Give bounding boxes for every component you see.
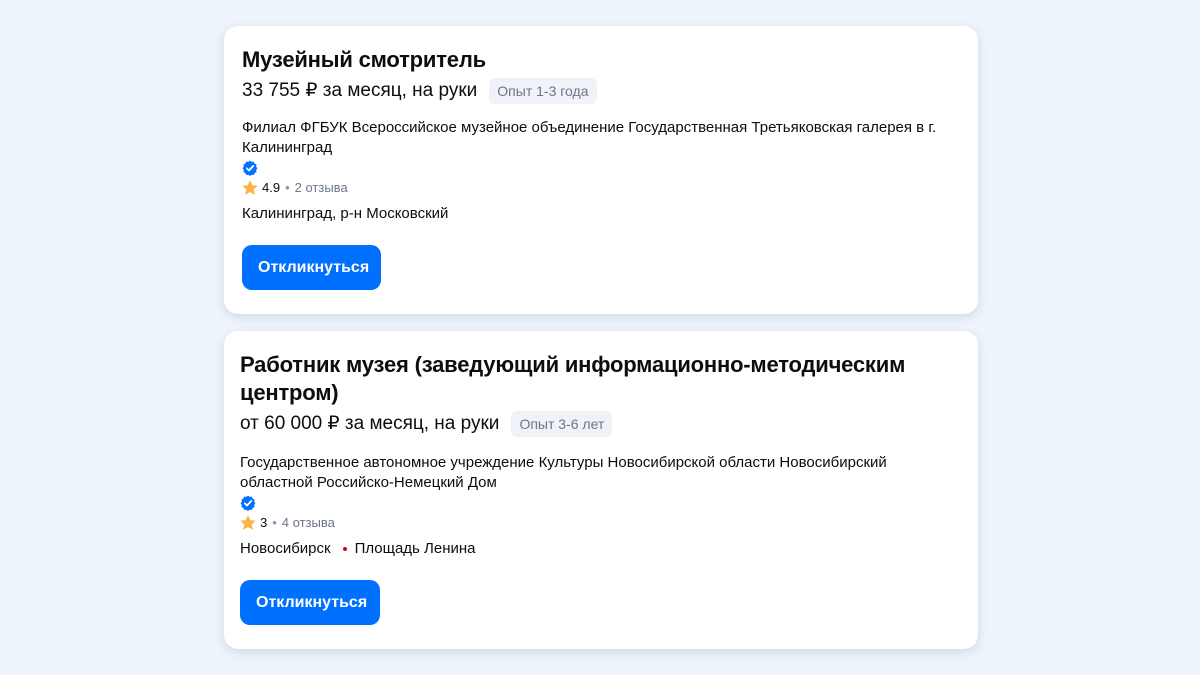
company-name[interactable]: Государственное автономное учреждение Ку…	[240, 453, 960, 493]
vacancy-title[interactable]: Работник музея (заведующий информационно…	[240, 351, 962, 407]
salary: от 60 000 ₽ за месяц, на руки	[240, 413, 500, 434]
separator-dot: •	[272, 515, 277, 530]
separator-dot: •	[285, 180, 290, 195]
rating-value: 3	[260, 515, 268, 530]
apply-button[interactable]: Откликнуться	[242, 245, 381, 290]
vacancy-card: Музейный смотритель 33 755 ₽ за месяц, н…	[224, 26, 978, 314]
location: Калининград, р-н Московский	[242, 204, 960, 224]
rating-value: 4.9	[262, 180, 281, 195]
employer-rating[interactable]: 4.9 • 2 отзыва	[242, 178, 960, 198]
star-icon	[240, 515, 256, 530]
vacancy-title[interactable]: Музейный смотритель	[242, 46, 960, 74]
verified-check-icon	[240, 495, 256, 511]
verified-check-icon	[242, 160, 258, 176]
apply-button[interactable]: Откликнуться	[240, 580, 380, 625]
experience-badge: Опыт 1-3 года	[489, 78, 597, 104]
star-icon	[242, 180, 258, 195]
company-name[interactable]: Филиал ФГБУК Всероссийское музейное объе…	[242, 118, 962, 158]
salary: 33 755 ₽ за месяц, на руки	[242, 80, 478, 101]
salary-row: от 60 000 ₽ за месяц, на руки Опыт 3-6 л…	[240, 411, 962, 437]
employer-rating[interactable]: 3 • 4 отзыва	[240, 513, 962, 533]
location: Новосибирск Площадь Ленина	[240, 539, 962, 559]
vacancy-card: Работник музея (заведующий информационно…	[224, 331, 978, 649]
location-text: Новосибирск	[240, 540, 331, 557]
metro-line-dot	[342, 547, 347, 551]
metro-station: Площадь Ленина	[354, 540, 476, 557]
location-text: Калининград, р-н Московский	[242, 205, 449, 222]
salary-row: 33 755 ₽ за месяц, на руки Опыт 1-3 года	[242, 78, 960, 104]
reviews-count[interactable]: 4 отзыва	[282, 513, 335, 533]
reviews-count[interactable]: 2 отзыва	[295, 178, 348, 198]
experience-badge: Опыт 3-6 лет	[511, 411, 613, 437]
